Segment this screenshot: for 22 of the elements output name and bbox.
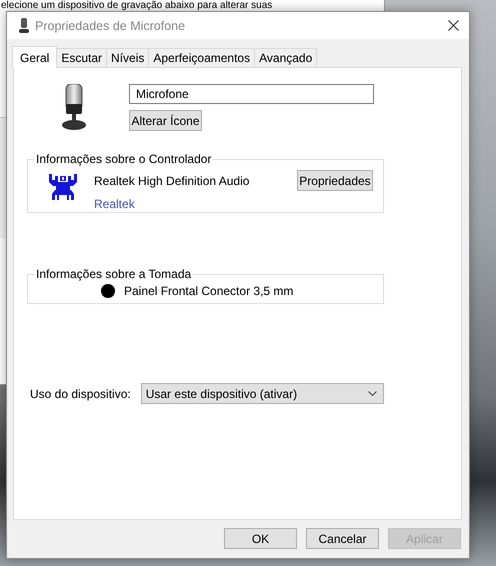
dialog-button[interactable]: OK [224, 528, 297, 549]
window-title: Propriedades de Microfone [35, 18, 186, 32]
usage-label: Uso do dispositivo: [30, 386, 131, 400]
microphone-icon [19, 18, 29, 34]
jack-dot-icon [101, 284, 115, 298]
device-name-field[interactable]: Microfone [129, 84, 374, 104]
vendor-link[interactable]: Realtek [94, 197, 297, 211]
driver-name: Realtek High Definition Audio [94, 174, 250, 188]
crab-logo-icon [47, 172, 79, 200]
usage-dropdown[interactable]: Usar este dispositivo (ativar) [140, 383, 384, 404]
chevron-down-icon [368, 391, 377, 396]
change-icon-button[interactable]: Alterar Ícone [129, 110, 202, 131]
tab[interactable]: Geral [12, 46, 58, 68]
group-title: Informações sobre o Controlador [35, 152, 212, 166]
tab[interactable]: Aperfeiçoamentos [148, 48, 256, 67]
group-title: Informações sobre a Tomada [35, 267, 192, 281]
dialog-button[interactable]: Cancelar [306, 528, 379, 549]
properties-button[interactable]: Propriedades [297, 170, 373, 191]
instruction-text: elecione um dispositivo de gravação abaixo para alterar suas [0, 0, 274, 11]
tab[interactable]: Avançado [254, 48, 318, 67]
jack-label: Painel Frontal Conector 3,5 mm [124, 284, 294, 298]
close-icon[interactable] [448, 20, 459, 31]
